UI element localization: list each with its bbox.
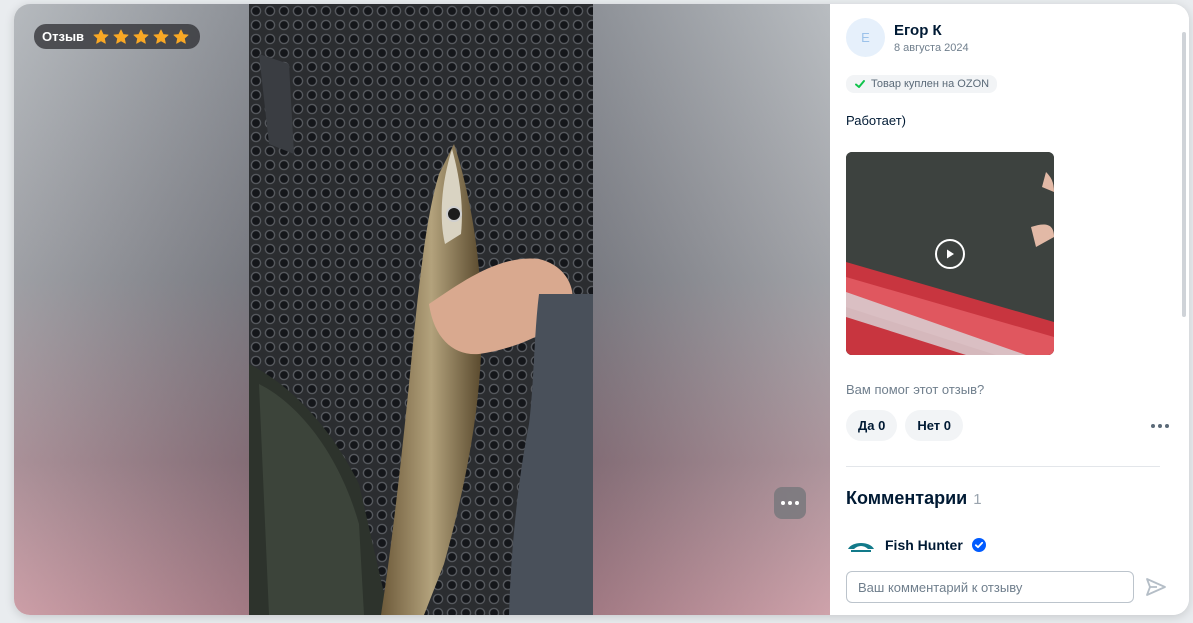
comment-author: Fish Hunter bbox=[846, 535, 1173, 555]
review-badge: Отзыв bbox=[34, 24, 201, 49]
review-modal: Отзыв Е Егор К 8 августа 2024 Товар купл… bbox=[14, 4, 1189, 615]
scrollbar[interactable] bbox=[1182, 32, 1186, 317]
more-dots-icon bbox=[781, 501, 799, 505]
author-name[interactable]: Егор К bbox=[894, 22, 969, 39]
vote-row: Да 0 Нет 0 bbox=[846, 410, 1173, 441]
review-text: Работает) bbox=[846, 113, 906, 128]
media-blur-left bbox=[14, 4, 249, 615]
comment-form bbox=[846, 571, 1170, 603]
review-side-panel: Е Егор К 8 августа 2024 Товар куплен на … bbox=[830, 4, 1189, 615]
star-icon bbox=[133, 29, 149, 44]
checkmark-icon bbox=[855, 80, 865, 88]
fish-hunter-logo-icon bbox=[846, 535, 876, 555]
play-icon[interactable] bbox=[935, 239, 965, 269]
star-icon bbox=[153, 29, 169, 44]
media-more-button[interactable] bbox=[774, 487, 806, 519]
star-icon bbox=[93, 29, 109, 44]
media-blur-right bbox=[593, 4, 830, 615]
comments-count: 1 bbox=[973, 491, 982, 508]
avatar: Е bbox=[846, 18, 885, 57]
purchase-badge-label: Товар куплен на OZON bbox=[871, 78, 990, 90]
review-photo[interactable] bbox=[249, 4, 593, 615]
vote-no-button[interactable]: Нет 0 bbox=[905, 410, 963, 441]
comments-title: Комментарии bbox=[846, 488, 968, 508]
review-date: 8 августа 2024 bbox=[894, 41, 969, 54]
divider bbox=[846, 466, 1160, 467]
comment-author-name[interactable]: Fish Hunter bbox=[885, 537, 963, 553]
purchase-badge: Товар куплен на OZON bbox=[846, 75, 998, 93]
comments-header: Комментарии 1 bbox=[846, 488, 1173, 509]
video-thumbnail[interactable] bbox=[846, 152, 1054, 355]
rating-stars bbox=[92, 28, 190, 46]
review-more-icon[interactable] bbox=[1151, 423, 1169, 428]
comment-input[interactable] bbox=[846, 571, 1134, 603]
star-icon bbox=[173, 29, 189, 44]
vote-yes-button[interactable]: Да 0 bbox=[846, 410, 898, 441]
send-icon[interactable] bbox=[1142, 573, 1170, 601]
helpful-question: Вам помог этот отзыв? bbox=[846, 382, 985, 397]
badge-label: Отзыв bbox=[42, 29, 85, 44]
media-viewer: Отзыв bbox=[14, 4, 830, 615]
star-icon bbox=[113, 29, 129, 44]
verified-icon bbox=[971, 538, 986, 552]
review-author: Е Егор К 8 августа 2024 bbox=[846, 18, 1173, 57]
